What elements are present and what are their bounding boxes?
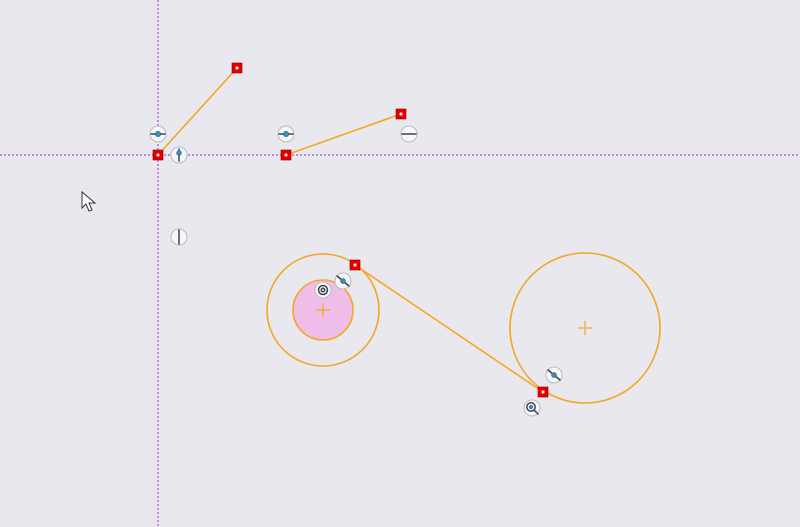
horizontal-icon[interactable] <box>400 125 418 143</box>
endpoint-line1-end[interactable] <box>231 62 243 74</box>
coincident-icon[interactable] <box>277 125 295 143</box>
tangent-icon[interactable] <box>334 272 352 290</box>
coincident-icon[interactable] <box>149 125 167 143</box>
tangent-icon[interactable] <box>545 366 563 384</box>
pierce-icon[interactable] <box>523 399 541 417</box>
endpoint-tangent-end[interactable] <box>537 386 549 398</box>
sketch-background <box>0 0 800 527</box>
sketch-svg[interactable] <box>0 0 800 527</box>
pierce-icon[interactable] <box>170 146 188 164</box>
endpoint-line2-start[interactable] <box>280 149 292 161</box>
endpoint-line2-end[interactable] <box>395 108 407 120</box>
endpoint-tangent-start[interactable] <box>349 259 361 271</box>
concentric-icon[interactable] <box>314 281 332 299</box>
sketch-canvas[interactable] <box>0 0 800 527</box>
vertical-icon[interactable] <box>170 228 188 246</box>
endpoint-origin[interactable] <box>152 149 164 161</box>
